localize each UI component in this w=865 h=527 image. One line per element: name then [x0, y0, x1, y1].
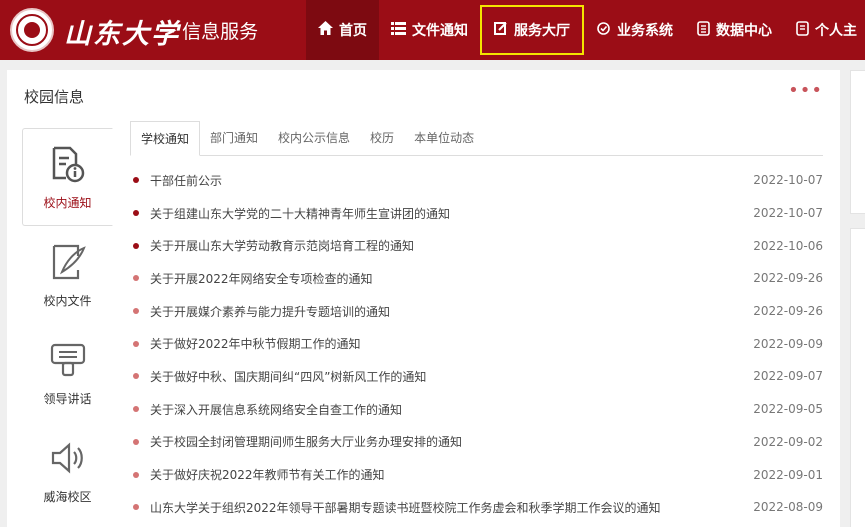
tab-unit-news[interactable]: 本单位动态 [404, 121, 484, 155]
bullet-icon [133, 438, 139, 445]
university-seal-logo [10, 8, 54, 52]
notice-date: 2022-09-26 [753, 271, 823, 286]
notice-title[interactable]: 关于开展媒介素养与能力提升专题培训的通知 [150, 303, 743, 320]
tab-department-notice[interactable]: 部门通知 [200, 121, 268, 155]
notice-date: 2022-09-05 [753, 402, 823, 417]
notice-date: 2022-09-07 [753, 369, 823, 384]
list-icon [391, 21, 406, 39]
list-item[interactable]: 山东大学关于组织2022年领导干部暑期专题读书班暨校院工作务虚会和秋季学期工作会… [130, 491, 823, 524]
document-pen-icon [52, 244, 86, 279]
notice-title[interactable]: 关于开展山东大学劳动教育示范岗培育工程的通知 [150, 237, 743, 254]
nav-personal[interactable]: 个人主 [784, 0, 865, 60]
nav-home[interactable]: 首页 [306, 0, 379, 60]
nav-documents-label: 文件通知 [412, 23, 468, 39]
more-options-icon[interactable]: ••• [788, 80, 823, 101]
side-panel-fragment [850, 228, 865, 527]
list-item[interactable]: 关于做好2022年中秋节假期工作的通知 2022-09-09 [130, 327, 823, 360]
tab-school-notice[interactable]: 学校通知 [130, 121, 201, 156]
notice-date: 2022-09-02 [753, 434, 823, 449]
notice-date: 2022-09-01 [753, 467, 823, 482]
nav-service-hall-label: 服务大厅 [514, 23, 570, 39]
bullet-icon [133, 242, 139, 249]
database-icon [697, 20, 710, 40]
nav-data-center-label: 数据中心 [716, 23, 772, 39]
speaker-icon [51, 442, 83, 473]
bullet-icon [133, 340, 139, 347]
speech-icon [50, 343, 85, 376]
side-tab-weihai-campus[interactable]: 威海校区 [22, 422, 113, 520]
notice-title[interactable]: 关于做好中秋、国庆期间纠“四风”树新风工作的通知 [150, 368, 743, 385]
site-subtitle: · 信息服务 [170, 21, 259, 43]
main-nav: 首页 文件通知 服务大厅 业务系统 数据中心 个人主 [306, 0, 865, 60]
bullet-icon [133, 373, 139, 380]
side-tab-label: 威海校区 [43, 489, 92, 504]
list-item[interactable]: 关于校园全封闭管理期间师生服务大厅业务办理安排的通知 2022-09-02 [130, 426, 823, 459]
home-icon [318, 21, 333, 39]
tab-public-info[interactable]: 校内公示信息 [268, 121, 360, 155]
notice-date: 2022-08-09 [753, 500, 823, 515]
notice-list: 干部任前公示 2022-10-07 关于组建山东大学党的二十大精神青年师生宣讲团的… [130, 164, 823, 524]
side-tabs: 校内通知 校内文件 领导讲话 威海校区 [22, 128, 113, 520]
bullet-icon [133, 177, 139, 184]
settings-icon [596, 21, 611, 40]
bullet-icon [133, 308, 139, 315]
list-item[interactable]: 关于组建山东大学党的二十大精神青年师生宣讲团的通知 2022-10-07 [130, 197, 823, 230]
notice-title[interactable]: 关于做好庆祝2022年教师节有关工作的通知 [150, 466, 743, 483]
nav-business-systems[interactable]: 业务系统 [584, 0, 685, 60]
bullet-icon [133, 471, 139, 478]
notice-date: 2022-10-07 [753, 206, 823, 221]
bullet-icon [133, 504, 139, 511]
side-tab-label: 校内文件 [43, 293, 92, 308]
notice-date: 2022-10-06 [753, 238, 823, 253]
edit-icon [494, 21, 508, 39]
notice-title[interactable]: 关于做好2022年中秋节假期工作的通知 [150, 335, 743, 352]
side-tab-campus-files[interactable]: 校内文件 [22, 226, 113, 324]
notice-title[interactable]: 关于深入开展信息系统网络安全自查工作的通知 [150, 401, 743, 418]
nav-personal-label: 个人主 [815, 23, 857, 39]
tab-calendar[interactable]: 校历 [360, 121, 404, 155]
list-item[interactable]: 关于深入开展信息系统网络安全自查工作的通知 2022-09-05 [130, 393, 823, 426]
panel-title: 校园信息 [24, 88, 85, 106]
list-item[interactable]: 关于开展2022年网络安全专项检查的通知 2022-09-26 [130, 262, 823, 295]
side-tab-label: 领导讲话 [43, 391, 92, 406]
list-item[interactable]: 干部任前公示 2022-10-07 [130, 164, 823, 197]
notice-date: 2022-09-09 [753, 336, 823, 351]
notice-title[interactable]: 关于校园全封闭管理期间师生服务大厅业务办理安排的通知 [150, 433, 743, 450]
bullet-icon [133, 210, 139, 217]
top-header: 山东大学 · 信息服务 首页 文件通知 服务大厅 业务系统 数据中心 个人主 [0, 0, 865, 60]
notice-date: 2022-09-26 [753, 304, 823, 319]
bullet-icon [133, 406, 139, 413]
notice-title[interactable]: 关于组建山东大学党的二十大精神青年师生宣讲团的通知 [150, 205, 743, 222]
profile-icon [796, 20, 809, 40]
side-tab-label: 校内通知 [43, 195, 92, 210]
side-panel-fragment [850, 70, 865, 214]
campus-info-panel: 校园信息 ••• 校内通知 校内文件 领导讲话 威海校区 学校通知 部门通知 校… [7, 70, 840, 527]
nav-documents[interactable]: 文件通知 [379, 0, 480, 60]
bullet-icon [133, 275, 139, 282]
notice-title[interactable]: 关于开展2022年网络安全专项检查的通知 [150, 270, 743, 287]
list-item[interactable]: 关于开展媒介素养与能力提升专题培训的通知 2022-09-26 [130, 295, 823, 328]
university-logo-text: 山东大学 [64, 19, 180, 50]
nav-data-center[interactable]: 数据中心 [685, 0, 784, 60]
notice-date: 2022-10-07 [753, 173, 823, 188]
notice-title[interactable]: 山东大学关于组织2022年领导干部暑期专题读书班暨校院工作务虚会和秋季学期工作会… [150, 499, 743, 516]
list-item[interactable]: 关于做好庆祝2022年教师节有关工作的通知 2022-09-01 [130, 458, 823, 491]
notice-icon [52, 146, 84, 182]
side-tab-campus-notice[interactable]: 校内通知 [22, 128, 113, 226]
notice-tabs: 学校通知 部门通知 校内公示信息 校历 本单位动态 [130, 120, 823, 156]
notice-title[interactable]: 干部任前公示 [150, 172, 743, 189]
list-item[interactable]: 关于开展山东大学劳动教育示范岗培育工程的通知 2022-10-06 [130, 229, 823, 262]
nav-home-label: 首页 [339, 23, 367, 39]
nav-service-hall[interactable]: 服务大厅 [480, 5, 584, 55]
list-item[interactable]: 关于做好中秋、国庆期间纠“四风”树新风工作的通知 2022-09-07 [130, 360, 823, 393]
nav-business-systems-label: 业务系统 [617, 23, 673, 39]
side-tab-leader-speech[interactable]: 领导讲话 [22, 324, 113, 422]
